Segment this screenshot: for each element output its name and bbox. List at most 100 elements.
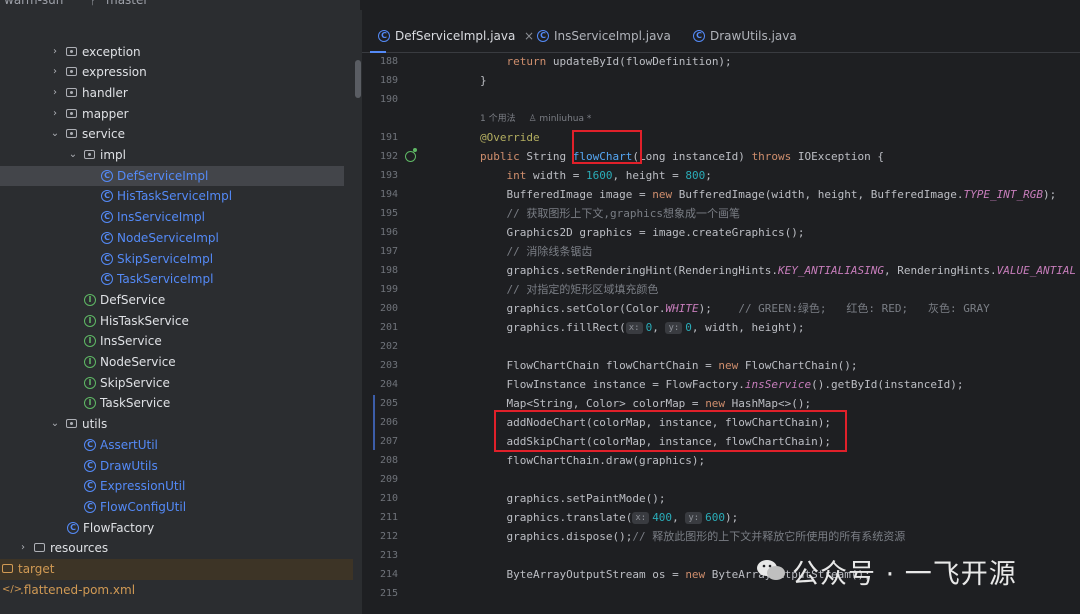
tab-label: DrawUtils.java <box>710 29 797 43</box>
tree-item-label: resources <box>50 541 109 556</box>
tree-item-label: SkipService <box>100 375 170 390</box>
tree-item-label: AssertUtil <box>100 437 158 452</box>
line-number: 210 <box>379 493 398 504</box>
tree-item-taskserviceimpl[interactable]: C TaskServiceImpl <box>0 269 362 290</box>
class-icon: C <box>67 521 79 534</box>
interface-icon: I <box>84 356 96 368</box>
code-line-204: FlowInstance instance = FlowFactory.insS… <box>506 378 964 391</box>
tree-item-defservice[interactable]: I DefService <box>0 290 362 311</box>
tree-item-taskservice[interactable]: I TaskService <box>0 393 362 414</box>
tree-item-insserviceimpl[interactable]: C InsServiceImpl <box>0 207 362 228</box>
class-icon: C <box>101 169 113 182</box>
tree-item-handler[interactable]: › handler <box>0 83 362 104</box>
line-number: 203 <box>379 360 398 371</box>
line-number: 199 <box>379 284 398 295</box>
class-icon: C <box>537 30 549 42</box>
code-line-212: graphics.dispose();// 释放此图形的上下文并释放它所使用的所… <box>506 530 906 543</box>
tree-item-expressionutil[interactable]: C ExpressionUtil <box>0 476 362 497</box>
tree-scrollbar[interactable] <box>355 60 361 98</box>
tree-item-label: NodeServiceImpl <box>117 230 219 245</box>
chevron-down-icon[interactable]: ⌄ <box>50 124 60 145</box>
code-line-203: FlowChartChain flowChartChain = new Flow… <box>506 359 858 372</box>
tree-item-flowfactory[interactable]: C FlowFactory <box>0 518 362 539</box>
tree-item-flowconfigutil[interactable]: C FlowConfigUtil <box>0 497 362 518</box>
close-icon[interactable]: × <box>524 20 534 52</box>
tree-item-label: HisTaskServiceImpl <box>117 189 233 204</box>
project-name[interactable]: warm-sun <box>4 0 63 7</box>
tab-label: DefServiceImpl.java <box>395 29 516 43</box>
tree-item-insservice[interactable]: I InsService <box>0 331 362 352</box>
tree-item-impl[interactable]: ⌄ impl <box>0 145 362 166</box>
tree-item-defserviceimpl[interactable]: C DefServiceImpl <box>0 165 344 187</box>
tree-item-label: impl <box>100 148 126 162</box>
tree-item-resources[interactable]: › resources <box>0 538 362 559</box>
usages-count[interactable]: 1 个用法 <box>480 114 516 124</box>
class-icon: C <box>84 459 96 472</box>
line-number: 214 <box>379 569 398 580</box>
tree-item-label: exception <box>82 44 141 59</box>
highlight-box-method-name <box>572 130 642 164</box>
editor-tabs: C DefServiceImpl.java × C InsServiceImpl… <box>362 20 1080 53</box>
code-line-201: graphics.fillRect(x: 0, y: 0, width, heigh… <box>506 321 805 334</box>
tree-item-histaskserviceimpl[interactable]: C HisTaskServiceImpl <box>0 186 362 207</box>
interface-icon: I <box>84 397 96 410</box>
tree-item-label: mapper <box>82 106 129 121</box>
chevron-right-icon[interactable]: › <box>50 62 60 83</box>
class-icon: C <box>101 211 113 224</box>
tree-item-skipserviceimpl[interactable]: C SkipServiceImpl <box>0 249 362 270</box>
line-number: 212 <box>379 531 398 542</box>
chevron-right-icon[interactable]: › <box>50 83 60 104</box>
chevron-right-icon[interactable]: › <box>50 104 60 125</box>
tree-item-target[interactable]: target <box>0 559 353 580</box>
code-line-191: @Override <box>480 131 540 144</box>
tree-item-nodeservice[interactable]: I NodeService <box>0 352 362 373</box>
chevron-right-icon[interactable]: › <box>18 538 28 559</box>
folder-icon <box>34 543 45 553</box>
line-number: 198 <box>379 265 398 276</box>
line-number: 188 <box>379 56 398 67</box>
tree-item-exception[interactable]: › exception <box>0 42 362 63</box>
line-number: 205 <box>379 398 398 409</box>
usage-hint[interactable]: 1 个用法 ♙ minliuhua * <box>480 111 591 124</box>
tree-item-nodeserviceimpl[interactable]: C NodeServiceImpl <box>0 228 362 249</box>
code-line-194: BufferedImage image = new BufferedImage(… <box>506 188 1057 201</box>
code-line-211: graphics.translate(x: 400, y: 600); <box>506 511 739 524</box>
chevron-down-icon[interactable]: ⌄ <box>64 0 72 3</box>
tree-item-drawutils[interactable]: C DrawUtils <box>0 456 362 477</box>
tree-item-label: service <box>82 127 125 142</box>
tree-item-assertutil[interactable]: C AssertUtil <box>0 435 362 456</box>
highlight-box-chart-calls <box>494 410 847 452</box>
chevron-down-icon[interactable]: ⌄ <box>50 414 60 435</box>
class-icon: C <box>101 252 113 265</box>
author-hint[interactable]: minliuhua * <box>539 114 591 124</box>
line-number: 191 <box>379 132 398 143</box>
line-number: 193 <box>379 170 398 181</box>
tree-item-flattened-pom-xml[interactable]: </> .flattened-pom.xml <box>0 580 362 601</box>
title-bar: warm-sun ⌄ ᚹ master <box>0 0 360 10</box>
code-line-208: flowChartChain.draw(graphics); <box>506 454 706 467</box>
chevron-right-icon[interactable]: › <box>50 42 60 63</box>
chevron-down-icon[interactable]: ⌄ <box>68 145 78 166</box>
branch-name[interactable]: master <box>106 0 148 7</box>
tree-item-service[interactable]: ⌄ service <box>0 124 362 145</box>
folder-icon <box>2 564 13 573</box>
tree-item-label: HisTaskService <box>100 313 189 328</box>
tree-item-utils[interactable]: ⌄ utils <box>0 414 362 435</box>
code-line-200: graphics.setColor(Color.WHITE); // GREEN… <box>506 302 990 315</box>
line-number: 195 <box>379 208 398 219</box>
class-icon: C <box>84 500 96 513</box>
tree-item-expression[interactable]: › expression <box>0 62 362 83</box>
tree-item-skipservice[interactable]: I SkipService <box>0 373 362 394</box>
line-number: 208 <box>379 455 398 466</box>
class-icon: C <box>378 30 390 42</box>
tree-item-histaskservice[interactable]: I HisTaskService <box>0 311 362 332</box>
line-number: 209 <box>379 474 398 485</box>
override-gutter-icon[interactable] <box>405 148 417 162</box>
tree-item-label: SkipServiceImpl <box>117 251 214 266</box>
tree-item-label: DrawUtils <box>100 458 158 473</box>
code-line-197: // 消除线条锯齿 <box>506 245 593 258</box>
tree-item-mapper[interactable]: › mapper <box>0 104 362 125</box>
project-tree[interactable]: › exception › expression › handler › mapper ⌄ ser… <box>0 10 362 614</box>
line-number: 196 <box>379 227 398 238</box>
code-editor[interactable]: C DefServiceImpl.java × C InsServiceImpl… <box>362 0 1080 614</box>
